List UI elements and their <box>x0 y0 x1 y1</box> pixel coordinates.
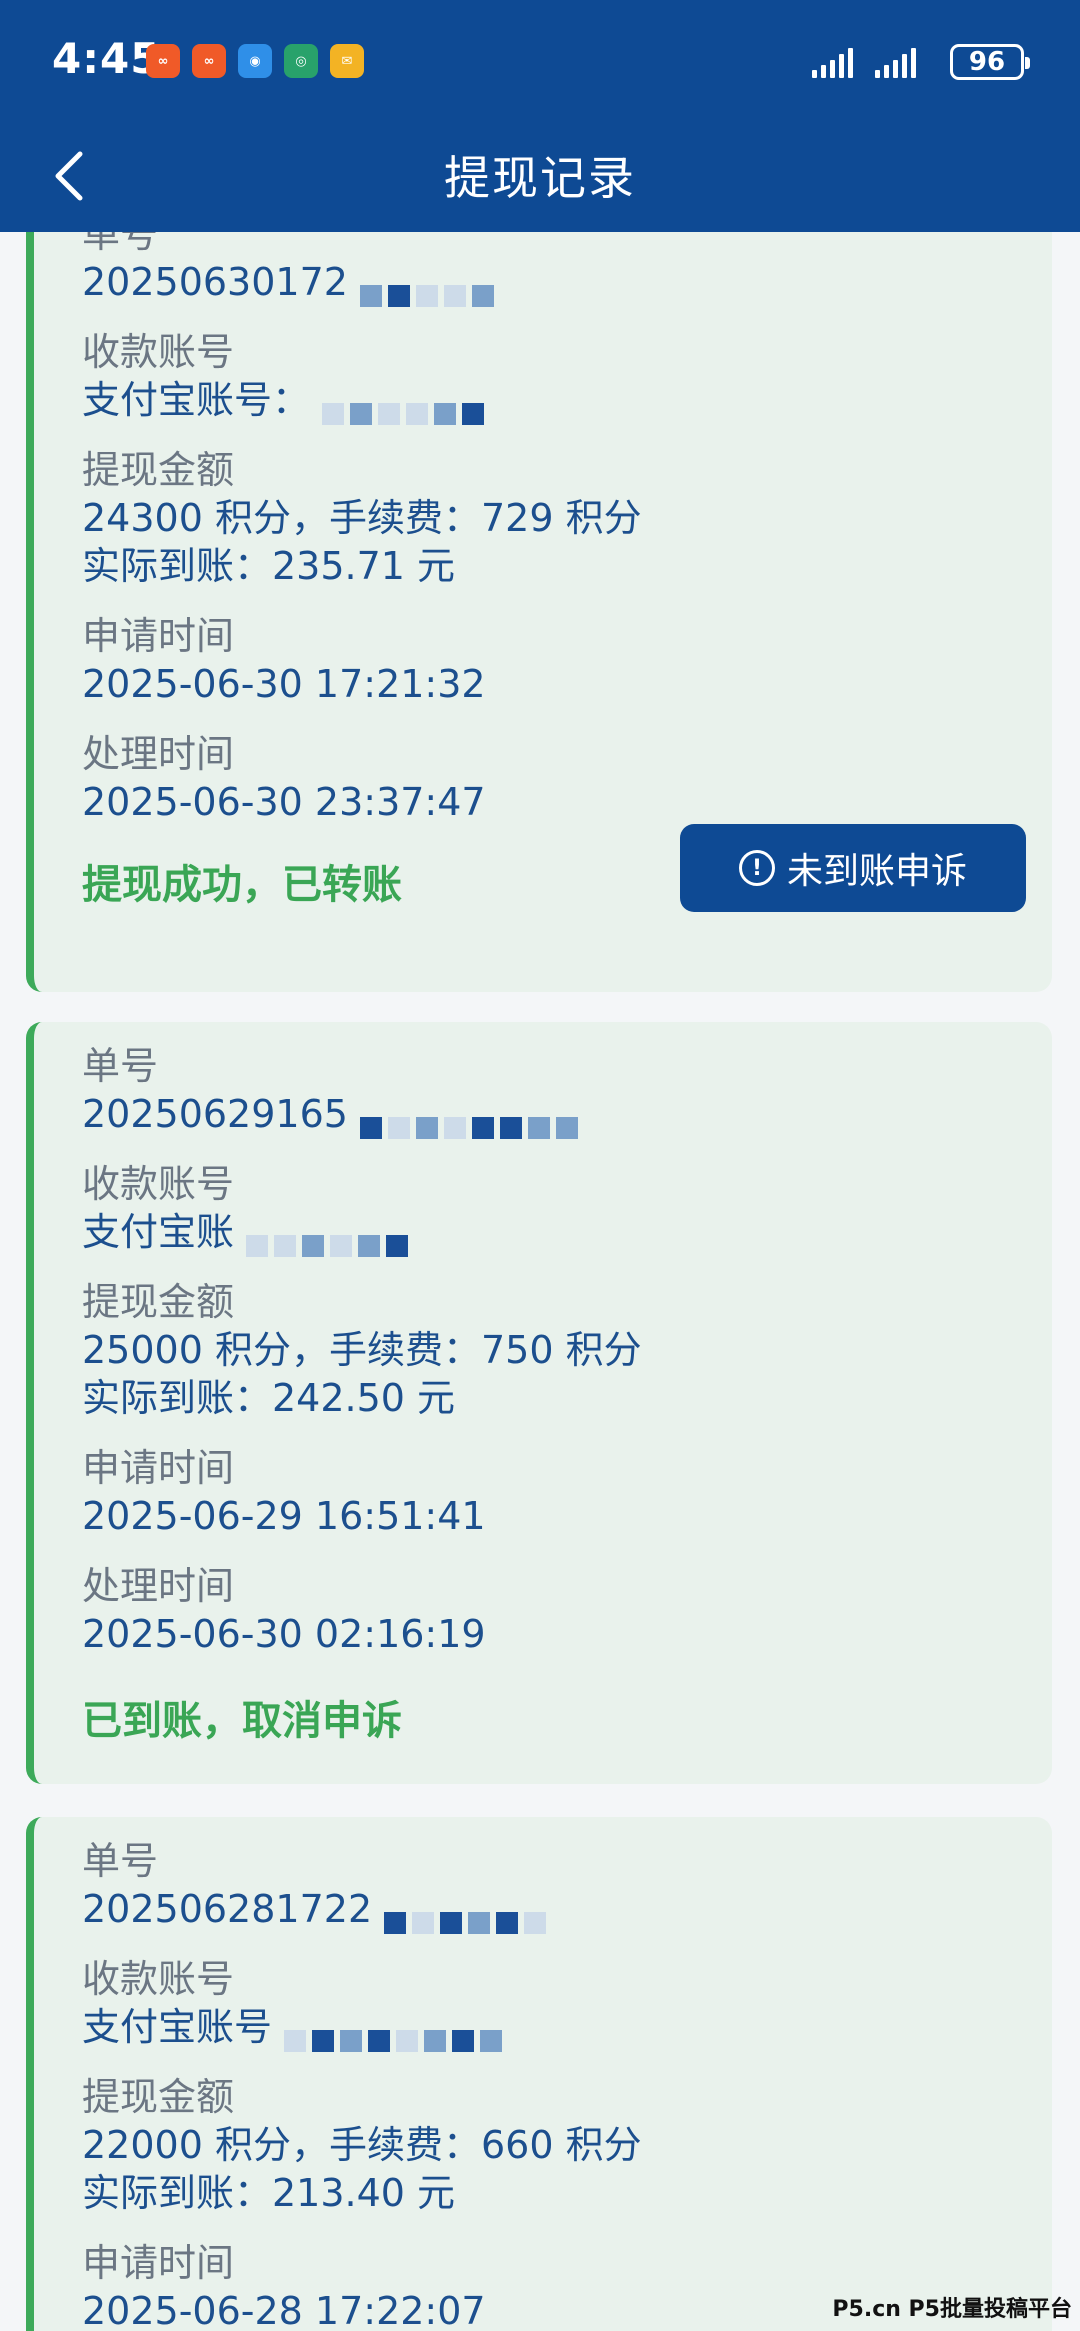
info-circle-icon: ! <box>738 850 775 886</box>
process-time-label: 处理时间 <box>82 732 235 776</box>
app-notification-icon: ◉ <box>238 44 272 78</box>
apply-time-value: 2025-06-30 17:21:32 <box>82 662 486 706</box>
order-number-label: 单号 <box>82 1044 159 1088</box>
order-number-value: 20250629165 <box>82 1090 584 1139</box>
battery-icon: 96 <box>950 44 1030 80</box>
withdraw-amount-field: 提现金额 24300 积分，手续费：729 积分 实际到账：235.71 元 <box>82 446 642 590</box>
apply-time-label: 申请时间 <box>82 614 235 658</box>
app-notification-icon: ∞ <box>146 44 180 78</box>
order-number-field: 单号 202506281722 <box>82 1837 552 1934</box>
process-time-value: 2025-06-30 23:37:47 <box>82 780 486 824</box>
status-text: 提现成功，已转账 <box>82 862 402 908</box>
status-text: 已到账，取消申诉 <box>82 1698 402 1744</box>
app-notification-icon: ∞ <box>192 44 226 78</box>
receiving-account-label: 收款账号 <box>82 1162 235 1206</box>
redaction-mosaic <box>322 388 490 425</box>
order-number-label: 单号 <box>82 1839 159 1883</box>
withdrawal-record-card: 单号 20250630172 收款账号 支付宝账号： 提现金额 24300 积分… <box>26 232 1052 992</box>
actual-received-amount: 实际到账：213.40 元 <box>82 2171 456 2215</box>
withdrawal-record-list[interactable]: 单号 20250630172 收款账号 支付宝账号： 提现金额 24300 积分… <box>0 232 1080 2331</box>
receiving-account-value: 支付宝账号： <box>82 376 490 425</box>
withdraw-amount-label: 提现金额 <box>82 1280 235 1324</box>
battery-level: 96 <box>968 47 1006 77</box>
redaction-mosaic <box>384 1897 552 1934</box>
process-time-field: 处理时间 2025-06-30 23:37:47 <box>82 730 486 826</box>
apply-time-value: 2025-06-28 17:22:07 <box>82 2289 486 2331</box>
receiving-account-field: 收款账号 支付宝账号： <box>82 328 490 425</box>
apply-time-label: 申请时间 <box>82 2241 235 2285</box>
app-notification-icon: ◎ <box>284 44 318 78</box>
watermark-text: P5.cn P5批量投稿平台 <box>832 2297 1072 2322</box>
signal-strength-icon <box>812 48 853 78</box>
signal-strength-icon <box>875 48 916 78</box>
withdraw-amount-label: 提现金额 <box>82 2075 235 2119</box>
withdraw-amount-field: 提现金额 25000 积分，手续费：750 积分 实际到账：242.50 元 <box>82 1278 642 1422</box>
receiving-account-value: 支付宝账 <box>82 1208 414 1257</box>
status-bar: 4:45 ∞ ∞ ◉ ◎ ✉ 96 <box>0 0 1080 120</box>
order-number-value: 20250630172 <box>82 258 500 307</box>
redaction-mosaic <box>360 1102 584 1139</box>
withdrawal-record-card: 单号 202506281722 收款账号 支付宝账号 提现金额 22000 积分… <box>26 1817 1052 2331</box>
receiving-account-field: 收款账号 支付宝账号 <box>82 1955 508 2052</box>
status-time: 4:45 <box>52 34 161 83</box>
withdraw-amount-points: 22000 积分，手续费：660 积分 <box>82 2123 642 2167</box>
nav-bar: 提现记录 <box>0 120 1080 232</box>
process-time-field: 处理时间 2025-06-30 02:16:19 <box>82 1562 486 1658</box>
apply-time-field: 申请时间 2025-06-28 17:22:07 <box>82 2239 486 2331</box>
app-header: 4:45 ∞ ∞ ◉ ◎ ✉ 96 提现记录 <box>0 0 1080 232</box>
withdraw-amount-field: 提现金额 22000 积分，手续费：660 积分 实际到账：213.40 元 <box>82 2073 642 2217</box>
order-number-field: 单号 20250630172 <box>82 232 500 307</box>
order-number-field: 单号 20250629165 <box>82 1042 584 1139</box>
withdrawal-record-card: 单号 20250629165 收款账号 支付宝账 提现金额 25000 积分，手… <box>26 1022 1052 1784</box>
redaction-mosaic <box>360 270 500 307</box>
receiving-account-label: 收款账号 <box>82 1957 235 2001</box>
withdraw-amount-points: 25000 积分，手续费：750 积分 <box>82 1328 642 1372</box>
mail-icon: ✉ <box>330 44 364 78</box>
withdraw-amount-label: 提现金额 <box>82 448 235 492</box>
withdraw-amount-points: 24300 积分，手续费：729 积分 <box>82 496 642 540</box>
process-time-value: 2025-06-30 02:16:19 <box>82 1612 486 1656</box>
redaction-mosaic <box>246 1220 414 1257</box>
apply-time-label: 申请时间 <box>82 1446 235 1490</box>
actual-received-amount: 实际到账：235.71 元 <box>82 544 456 588</box>
apply-time-field: 申请时间 2025-06-29 16:51:41 <box>82 1444 486 1540</box>
signal-indicators <box>812 48 916 78</box>
order-number-value: 202506281722 <box>82 1885 552 1934</box>
appeal-button-label: 未到账申诉 <box>786 851 967 892</box>
receiving-account-label: 收款账号 <box>82 330 235 374</box>
notification-icons: ∞ ∞ ◉ ◎ ✉ <box>146 44 364 78</box>
actual-received-amount: 实际到账：242.50 元 <box>82 1376 456 1420</box>
apply-time-field: 申请时间 2025-06-30 17:21:32 <box>82 612 486 708</box>
apply-time-value: 2025-06-29 16:51:41 <box>82 1494 486 1538</box>
not-received-appeal-button[interactable]: ! 未到账申诉 <box>680 824 1026 912</box>
page-title: 提现记录 <box>444 151 636 205</box>
receiving-account-value: 支付宝账号 <box>82 2003 508 2052</box>
order-number-label: 单号 <box>82 232 159 256</box>
redaction-mosaic <box>284 2015 508 2052</box>
process-time-label: 处理时间 <box>82 1564 235 1608</box>
receiving-account-field: 收款账号 支付宝账 <box>82 1160 414 1257</box>
